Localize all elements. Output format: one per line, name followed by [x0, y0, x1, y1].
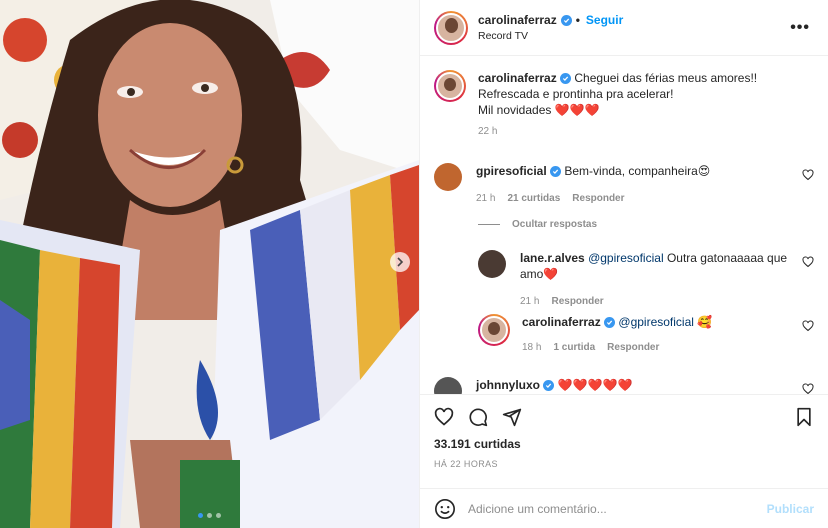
publish-button[interactable]: Publicar	[767, 502, 814, 516]
author-avatar[interactable]	[434, 10, 468, 45]
replier-avatar[interactable]	[478, 314, 510, 346]
verified-icon	[550, 166, 562, 177]
verified-icon	[543, 380, 555, 391]
selfie-image	[0, 0, 419, 528]
carousel-dot	[207, 513, 212, 518]
verified-icon	[560, 73, 572, 84]
comments-list[interactable]: carolinaferraz Cheguei das férias meus a…	[420, 56, 828, 394]
share-icon[interactable]	[502, 407, 522, 427]
divider	[478, 224, 500, 225]
comment-composer: Publicar	[420, 488, 828, 528]
comment-text: Bem-vinda, companheira😍	[564, 164, 711, 178]
reply-item: carolinaferraz @gpiresoficial 🥰 18 h 1 c…	[478, 314, 814, 356]
comment-username[interactable]: gpiresoficial	[476, 164, 547, 178]
carousel-dots	[0, 513, 419, 518]
author-username[interactable]: carolinaferraz	[478, 13, 557, 27]
heart-icon[interactable]	[802, 169, 814, 181]
caption: carolinaferraz Cheguei das férias meus a…	[434, 70, 814, 140]
next-photo-button[interactable]	[390, 252, 410, 272]
caption-text-line2: Mil novidades ❤️❤️❤️	[478, 103, 600, 117]
reply-item: lane.r.alves @gpiresoficial Outra gatona…	[478, 250, 814, 310]
comment-likes[interactable]: 21 curtidas	[507, 191, 560, 207]
reply-text: 🥰	[697, 315, 713, 329]
post-header: carolinaferraz • Seguir Record TV •••	[420, 0, 828, 56]
commenter-avatar[interactable]	[434, 377, 462, 394]
post-location[interactable]: Record TV	[478, 30, 786, 42]
carousel-dot	[216, 513, 221, 518]
reply-username[interactable]: lane.r.alves	[520, 251, 585, 265]
next-arrow-icon	[397, 257, 404, 267]
heart-icon[interactable]	[802, 383, 814, 394]
heart-icon[interactable]	[802, 320, 814, 332]
comment-item: johnnyluxo ❤️❤️❤️❤️❤️	[434, 377, 814, 394]
more-options-button[interactable]: •••	[786, 15, 814, 41]
post-actions: 33.191 curtidas HÁ 22 HORAS	[420, 394, 828, 469]
emoji-icon[interactable]	[434, 498, 456, 520]
comment-input[interactable]	[468, 501, 767, 516]
caption-avatar[interactable]	[434, 70, 466, 102]
verified-icon	[560, 14, 572, 26]
comment-item: gpiresoficial Bem-vinda, companheira😍 21…	[434, 163, 814, 207]
caption-username[interactable]: carolinaferraz	[478, 71, 557, 85]
reply-mention[interactable]: @gpiresoficial	[588, 251, 664, 265]
reply-button[interactable]: Responder	[607, 340, 659, 356]
reply-mention[interactable]: @gpiresoficial	[618, 315, 694, 329]
like-heart-icon[interactable]	[434, 407, 454, 427]
commenter-avatar[interactable]	[434, 163, 462, 191]
post-photo[interactable]	[0, 0, 419, 528]
reply-time[interactable]: 18 h	[522, 340, 541, 356]
hide-replies-label: Ocultar respostas	[512, 219, 598, 230]
follow-button[interactable]: Seguir	[586, 13, 623, 27]
reply-button[interactable]: Responder	[572, 191, 624, 207]
reply-button[interactable]: Responder	[551, 294, 603, 310]
comment-time[interactable]: 21 h	[476, 191, 495, 207]
likes-count[interactable]: 33.191 curtidas	[434, 437, 814, 451]
post-side-panel: carolinaferraz • Seguir Record TV ••• ca…	[419, 0, 828, 528]
heart-icon[interactable]	[802, 256, 814, 268]
reply-likes[interactable]: 1 curtida	[553, 340, 595, 356]
comment-icon[interactable]	[468, 407, 488, 427]
hide-replies-button[interactable]: Ocultar respostas	[478, 219, 597, 230]
verified-icon	[604, 317, 616, 328]
bookmark-icon[interactable]	[794, 407, 814, 427]
reply-time[interactable]: 21 h	[520, 294, 539, 310]
caption-time[interactable]: 22 h	[478, 124, 497, 140]
carousel-dot-active	[198, 513, 203, 518]
separator-dot: •	[575, 13, 580, 27]
comment-username[interactable]: johnnyluxo	[476, 378, 540, 392]
post-timestamp[interactable]: HÁ 22 HORAS	[434, 459, 814, 469]
reply-username[interactable]: carolinaferraz	[522, 315, 601, 329]
comment-text: ❤️❤️❤️❤️❤️	[557, 378, 633, 392]
replier-avatar[interactable]	[478, 250, 506, 278]
